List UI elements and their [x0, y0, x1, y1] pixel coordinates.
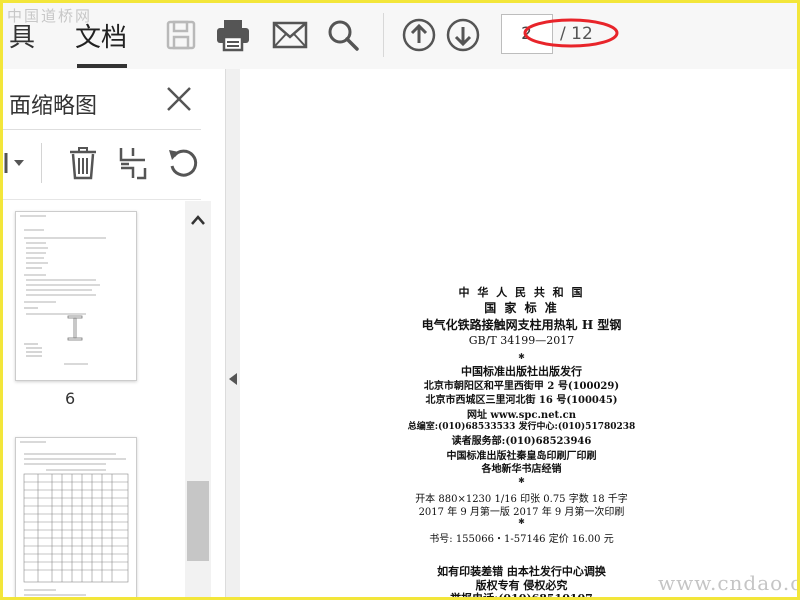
panel-title: 面缩略图 — [9, 94, 98, 119]
save-icon[interactable] — [161, 15, 201, 55]
panel-divider — [3, 199, 201, 200]
arrow-up-circle-icon[interactable] — [399, 15, 439, 55]
watermark-bottom: www.cndao.com — [658, 571, 797, 595]
thumbnail-list: 6 — [3, 201, 185, 597]
dropdown-icon[interactable] — [3, 143, 35, 183]
thumbnail-scrollbar[interactable] — [185, 201, 211, 597]
doc-line-country: 中 华 人 民 共 和 国 — [458, 286, 585, 299]
page-thumbnail[interactable] — [15, 437, 137, 597]
page-thumbnail[interactable] — [15, 211, 137, 381]
trash-icon[interactable] — [63, 143, 103, 183]
arrow-down-circle-icon[interactable] — [443, 15, 483, 55]
rotate-icon[interactable] — [163, 143, 203, 183]
document-page: 中 华 人 民 共 和 国 国 家 标 准 电气化铁路接触网支柱用热轧 H 型钢… — [240, 69, 797, 597]
collapse-panel-icon[interactable] — [226, 369, 240, 389]
active-tab-indicator — [77, 64, 127, 68]
doc-line-distributor: 各地新华书店经销 — [481, 464, 562, 475]
actions-divider — [41, 143, 42, 183]
toolbar-divider — [383, 13, 384, 57]
doc-line-isbn-price: 书号: 155066・1-57146 定价 16.00 元 — [429, 534, 614, 545]
doc-line-edition: 2017 年 9 月第一版 2017 年 9 月第一次印刷 — [418, 507, 625, 518]
thumbnail-label: 6 — [65, 389, 76, 408]
doc-line-address-2: 北京市西城区三里河北街 16 号(100045) — [425, 395, 618, 406]
panel-divider — [3, 129, 201, 130]
print-icon[interactable] — [213, 15, 253, 55]
doc-line-national-standard: 国 家 标 准 — [484, 301, 559, 315]
crop-icon[interactable] — [113, 143, 153, 183]
search-icon[interactable] — [323, 15, 363, 55]
star-separator: ✱ — [518, 476, 525, 485]
panel-actions — [3, 131, 225, 197]
thumbnail-panel: 面缩略图 6 — [3, 69, 226, 597]
document-viewer: 中 华 人 民 共 和 国 国 家 标 准 电气化铁路接触网支柱用热轧 H 型钢… — [226, 69, 797, 597]
doc-line-title: 电气化铁路接触网支柱用热轧 H 型钢 — [421, 318, 622, 332]
doc-line-phones: 总编室:(010)68533533 发行中心:(010)51780238 — [407, 422, 636, 432]
star-separator: ✱ — [518, 517, 525, 526]
top-toolbar: 具 文档 2 / 12 — [3, 3, 797, 70]
watermark-top: 中国道桥网 — [7, 7, 93, 25]
red-annotation-circle — [523, 18, 619, 48]
close-icon[interactable] — [161, 81, 197, 117]
doc-line-address-1: 北京市朝阳区和平里西街甲 2 号(100029) — [423, 381, 620, 392]
doc-line-standard-number: GB/T 34199—2017 — [468, 334, 575, 347]
app-window: 具 文档 2 / 12 中国道桥网 面缩略图 6 中 华 人 民 共 和 国 国… — [0, 0, 800, 600]
chevron-up-icon[interactable] — [185, 209, 211, 231]
doc-line-reader-service: 读者服务部:(010)68523946 — [451, 436, 592, 447]
scrollbar-thumb[interactable] — [187, 481, 209, 561]
mail-icon[interactable] — [270, 15, 310, 55]
star-separator: ✱ — [518, 352, 525, 361]
